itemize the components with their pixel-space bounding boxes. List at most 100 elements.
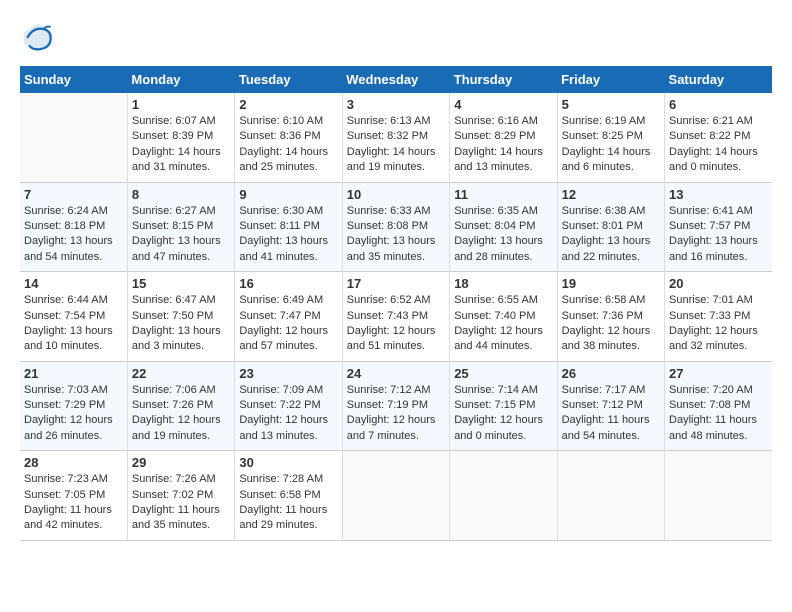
day-number: 13 [669,187,768,202]
day-info: Sunrise: 6:24 AM Sunset: 8:18 PM Dayligh… [24,204,123,266]
day-number: 18 [454,276,552,291]
day-number: 22 [132,366,230,381]
column-header-monday: Monday [127,66,234,93]
day-number: 2 [239,97,337,112]
calendar-week-4: 21Sunrise: 7:03 AM Sunset: 7:29 PM Dayli… [20,361,772,451]
day-info: Sunrise: 6:49 AM Sunset: 7:47 PM Dayligh… [239,293,337,355]
column-header-saturday: Saturday [665,66,772,93]
calendar-cell: 17Sunrise: 6:52 AM Sunset: 7:43 PM Dayli… [342,272,449,362]
day-info: Sunrise: 7:23 AM Sunset: 7:05 PM Dayligh… [24,472,123,534]
calendar-cell: 26 Sunrise: 7:17 AM Sunset: 7:12 PM Dayli… [557,361,664,451]
calendar-cell: 28 Sunrise: 7:23 AM Sunset: 7:05 PM Dayli… [20,451,127,541]
day-info: Sunrise: 7:12 AM Sunset: 7:19 PM Dayligh… [347,383,445,445]
day-number: 29 [132,455,230,470]
day-number: 27 [669,366,768,381]
day-info: Sunrise: 7:17 AM Sunset: 7:12 PM Dayligh… [562,383,660,445]
day-number: 5 [562,97,660,112]
day-info: Sunrise: 6:33 AM Sunset: 8:08 PM Dayligh… [347,204,445,266]
day-info: Sunrise: 7:03 AM Sunset: 7:29 PM Dayligh… [24,383,123,445]
calendar-cell: 10 Sunrise: 6:33 AM Sunset: 8:08 PM Dayli… [342,182,449,272]
day-info: Sunrise: 7:14 AM Sunset: 7:15 PM Dayligh… [454,383,552,445]
day-number: 25 [454,366,552,381]
calendar-cell: 29 Sunrise: 7:26 AM Sunset: 7:02 PM Dayli… [127,451,234,541]
day-number: 20 [669,276,768,291]
calendar-cell: 18 Sunrise: 6:55 AM Sunset: 7:40 PM Dayli… [450,272,557,362]
column-header-thursday: Thursday [450,66,557,93]
day-info: Sunrise: 6:55 AM Sunset: 7:40 PM Dayligh… [454,293,552,355]
calendar-cell [557,451,664,541]
day-info: Sunrise: 6:21 AM Sunset: 8:22 PM Dayligh… [669,114,768,176]
day-number: 23 [239,366,337,381]
calendar-cell: 13 Sunrise: 6:41 AM Sunset: 7:57 PM Dayli… [665,182,772,272]
calendar-cell: 19Sunrise: 6:58 AM Sunset: 7:36 PM Dayli… [557,272,664,362]
day-info: Sunrise: 6:41 AM Sunset: 7:57 PM Dayligh… [669,204,768,266]
day-number: 26 [562,366,660,381]
logo-icon [20,20,56,56]
day-number: 14 [24,276,123,291]
day-number: 12 [562,187,660,202]
day-info: Sunrise: 6:30 AM Sunset: 8:11 PM Dayligh… [239,204,337,266]
calendar-cell: 5 Sunrise: 6:19 AM Sunset: 8:25 PM Daylig… [557,93,664,182]
calendar-cell: 6 Sunrise: 6:21 AM Sunset: 8:22 PM Daylig… [665,93,772,182]
calendar-cell: 21Sunrise: 7:03 AM Sunset: 7:29 PM Dayli… [20,361,127,451]
calendar-cell: 8 Sunrise: 6:27 AM Sunset: 8:15 PM Daylig… [127,182,234,272]
column-header-wednesday: Wednesday [342,66,449,93]
column-header-tuesday: Tuesday [235,66,342,93]
calendar-week-5: 28 Sunrise: 7:23 AM Sunset: 7:05 PM Dayli… [20,451,772,541]
day-number: 16 [239,276,337,291]
day-info: Sunrise: 7:28 AM Sunset: 6:58 PM Dayligh… [239,472,337,534]
calendar-cell: 20 Sunrise: 7:01 AM Sunset: 7:33 PM Dayli… [665,272,772,362]
calendar-cell: 23 Sunrise: 7:09 AM Sunset: 7:22 PM Dayli… [235,361,342,451]
calendar-cell: 9 Sunrise: 6:30 AM Sunset: 8:11 PM Daylig… [235,182,342,272]
calendar-cell [450,451,557,541]
calendar-cell: 3 Sunrise: 6:13 AM Sunset: 8:32 PM Daylig… [342,93,449,182]
calendar-cell: 12Sunrise: 6:38 AM Sunset: 8:01 PM Dayli… [557,182,664,272]
day-number: 6 [669,97,768,112]
day-number: 11 [454,187,552,202]
day-number: 24 [347,366,445,381]
calendar-header-row: SundayMondayTuesdayWednesdayThursdayFrid… [20,66,772,93]
column-header-friday: Friday [557,66,664,93]
day-number: 19 [562,276,660,291]
day-info: Sunrise: 7:09 AM Sunset: 7:22 PM Dayligh… [239,383,337,445]
calendar-week-3: 14 Sunrise: 6:44 AM Sunset: 7:54 PM Dayli… [20,272,772,362]
calendar-cell: 24 Sunrise: 7:12 AM Sunset: 7:19 PM Dayli… [342,361,449,451]
calendar-cell: 25 Sunrise: 7:14 AM Sunset: 7:15 PM Dayli… [450,361,557,451]
calendar-cell: 4 Sunrise: 6:16 AM Sunset: 8:29 PM Daylig… [450,93,557,182]
day-info: Sunrise: 7:01 AM Sunset: 7:33 PM Dayligh… [669,293,768,355]
day-info: Sunrise: 6:19 AM Sunset: 8:25 PM Dayligh… [562,114,660,176]
day-info: Sunrise: 6:10 AM Sunset: 8:36 PM Dayligh… [239,114,337,176]
day-info: Sunrise: 6:16 AM Sunset: 8:29 PM Dayligh… [454,114,552,176]
calendar-cell: 15 Sunrise: 6:47 AM Sunset: 7:50 PM Dayli… [127,272,234,362]
day-number: 9 [239,187,337,202]
calendar-cell [20,93,127,182]
day-number: 1 [132,97,230,112]
day-info: Sunrise: 7:26 AM Sunset: 7:02 PM Dayligh… [132,472,230,534]
day-info: Sunrise: 6:27 AM Sunset: 8:15 PM Dayligh… [132,204,230,266]
day-info: Sunrise: 6:07 AM Sunset: 8:39 PM Dayligh… [132,114,230,176]
day-number: 10 [347,187,445,202]
day-info: Sunrise: 7:20 AM Sunset: 7:08 PM Dayligh… [669,383,768,445]
day-number: 15 [132,276,230,291]
calendar-cell: 27 Sunrise: 7:20 AM Sunset: 7:08 PM Dayli… [665,361,772,451]
page-header [20,20,772,56]
calendar-week-2: 7Sunrise: 6:24 AM Sunset: 8:18 PM Daylig… [20,182,772,272]
calendar-cell: 1 Sunrise: 6:07 AM Sunset: 8:39 PM Daylig… [127,93,234,182]
calendar-cell: 2 Sunrise: 6:10 AM Sunset: 8:36 PM Daylig… [235,93,342,182]
calendar-cell: 11 Sunrise: 6:35 AM Sunset: 8:04 PM Dayli… [450,182,557,272]
day-info: Sunrise: 6:47 AM Sunset: 7:50 PM Dayligh… [132,293,230,355]
day-number: 3 [347,97,445,112]
day-info: Sunrise: 6:13 AM Sunset: 8:32 PM Dayligh… [347,114,445,176]
day-info: Sunrise: 6:35 AM Sunset: 8:04 PM Dayligh… [454,204,552,266]
calendar-cell: 14 Sunrise: 6:44 AM Sunset: 7:54 PM Dayli… [20,272,127,362]
calendar-cell: 22 Sunrise: 7:06 AM Sunset: 7:26 PM Dayli… [127,361,234,451]
calendar-table: SundayMondayTuesdayWednesdayThursdayFrid… [20,66,772,541]
day-number: 28 [24,455,123,470]
day-number: 4 [454,97,552,112]
calendar-cell: 7Sunrise: 6:24 AM Sunset: 8:18 PM Daylig… [20,182,127,272]
day-info: Sunrise: 6:44 AM Sunset: 7:54 PM Dayligh… [24,293,123,355]
day-info: Sunrise: 7:06 AM Sunset: 7:26 PM Dayligh… [132,383,230,445]
day-number: 8 [132,187,230,202]
calendar-cell: 16 Sunrise: 6:49 AM Sunset: 7:47 PM Dayli… [235,272,342,362]
logo [20,20,62,56]
